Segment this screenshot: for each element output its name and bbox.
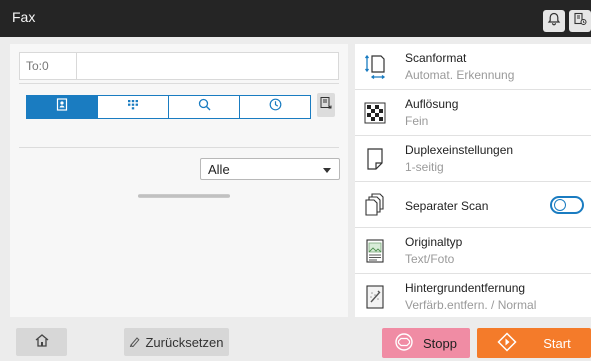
address-book-icon	[56, 98, 68, 116]
setting-title: Duplexeinstellungen	[405, 143, 514, 157]
scan-size-icon	[362, 54, 388, 80]
setting-title: Originaltyp	[405, 235, 463, 249]
chevron-down-icon	[323, 168, 331, 173]
destination-field[interactable]: To:0	[19, 52, 339, 80]
setting-value: Automat. Erkennung	[405, 68, 515, 82]
background-removal-icon	[362, 284, 388, 310]
bottom-bar: Zurücksetzen Stopp Start	[0, 317, 591, 361]
destination-panel: To:0 Alle	[10, 44, 348, 317]
start-icon	[497, 331, 517, 355]
window-title: Fax	[12, 9, 36, 25]
setting-title: Hintergrundentfernung	[405, 281, 526, 295]
loading-placeholder-bar	[138, 194, 230, 198]
keypad-icon	[127, 98, 139, 116]
toggle-knob	[554, 199, 566, 211]
dropdown-value: Alle	[208, 162, 230, 177]
settings-panel: Scanformat Automat. Erkennung Auflösung …	[355, 44, 591, 317]
divider	[19, 83, 339, 84]
setting-title: Auflösung	[405, 97, 459, 111]
setting-value: 1-seitig	[405, 160, 444, 174]
resolution-icon	[362, 100, 388, 126]
setting-scan-size[interactable]: Scanformat Automat. Erkennung	[355, 44, 591, 90]
tab-address-book[interactable]	[27, 96, 98, 118]
home-button[interactable]	[16, 328, 67, 356]
tab-keypad[interactable]	[98, 96, 169, 118]
address-book-register-icon	[320, 96, 332, 115]
setting-duplex[interactable]: Duplexeinstellungen 1-seitig	[355, 136, 591, 182]
setting-value: Verfärb.entfern. / Normal	[405, 298, 537, 312]
setting-value: Fein	[405, 114, 429, 128]
separate-scan-icon	[362, 192, 388, 218]
search-icon	[198, 98, 211, 116]
setting-title: Scanformat	[405, 51, 467, 65]
original-type-icon	[362, 238, 388, 264]
device-status-icon	[573, 12, 587, 31]
reset-label: Zurücksetzen	[145, 334, 224, 350]
start-button[interactable]: Start	[477, 328, 591, 358]
device-status-button[interactable]	[569, 10, 591, 32]
divider	[19, 147, 339, 148]
address-tabs	[26, 95, 311, 119]
setting-background-removal[interactable]: Hintergrundentfernung Verfärb.entfern. /…	[355, 274, 591, 317]
setting-value: Text/Foto	[405, 252, 455, 266]
bell-icon	[547, 12, 561, 31]
reset-button[interactable]: Zurücksetzen	[124, 328, 229, 356]
direct-input-button[interactable]	[317, 93, 335, 117]
stop-icon	[395, 332, 413, 354]
tab-search[interactable]	[169, 96, 240, 118]
separate-scan-toggle[interactable]	[550, 196, 584, 214]
setting-resolution[interactable]: Auflösung Fein	[355, 90, 591, 136]
setting-original-type[interactable]: Originaltyp Text/Foto	[355, 228, 591, 274]
title-bar: Fax	[0, 0, 591, 37]
index-filter-dropdown[interactable]: Alle	[200, 158, 340, 180]
history-icon	[269, 98, 282, 116]
stop-label: Stopp	[423, 335, 457, 351]
setting-title: Separater Scan	[405, 199, 489, 213]
destination-count-label: To:0	[26, 59, 49, 73]
home-icon	[34, 332, 50, 353]
tab-history[interactable]	[240, 96, 310, 118]
duplex-icon	[362, 146, 388, 172]
destination-divider	[76, 53, 77, 79]
reset-icon	[129, 335, 141, 350]
stop-button[interactable]: Stopp	[382, 328, 470, 358]
notification-button[interactable]	[543, 10, 565, 32]
start-label: Start	[543, 335, 571, 351]
setting-separate-scan[interactable]: Separater Scan	[355, 182, 591, 228]
